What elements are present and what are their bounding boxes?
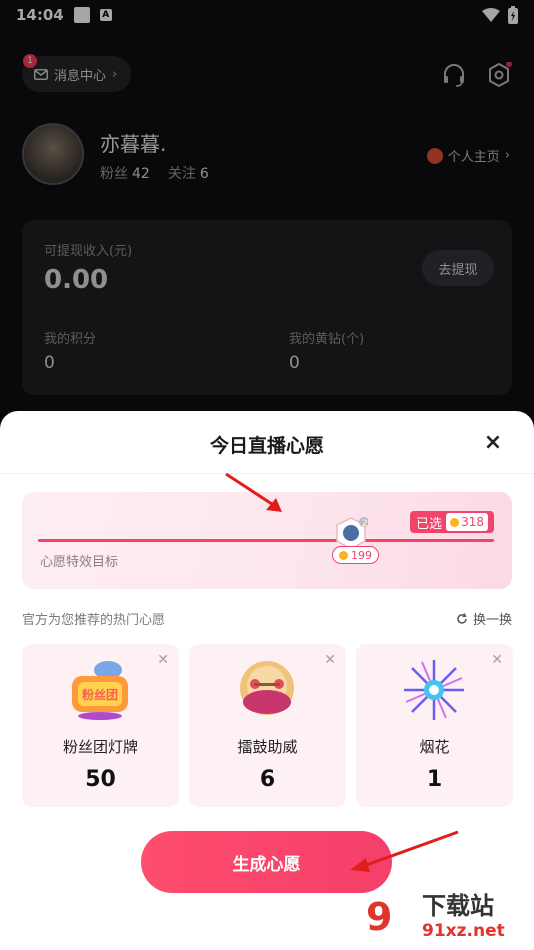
- remove-icon[interactable]: ✕: [491, 652, 503, 668]
- wish-sheet: 今日直播心愿 × 2 199 已选 318 心愿特效目标 官方为您推荐的热门心愿…: [0, 411, 534, 950]
- wish-count: 6: [259, 767, 276, 792]
- fans-stat[interactable]: 粉丝 42: [100, 163, 150, 183]
- homepage-link[interactable]: 个人主页 ›: [426, 146, 510, 165]
- notification-square-icon: [73, 7, 90, 23]
- svg-text:9: 9: [366, 895, 392, 939]
- headset-icon[interactable]: [441, 62, 467, 88]
- homepage-label: 个人主页: [447, 150, 500, 165]
- watermark-text: 下载站: [422, 892, 494, 920]
- remove-icon[interactable]: ✕: [157, 652, 169, 668]
- goal-marker-number: 199: [351, 548, 372, 562]
- fireworks-icon: [404, 660, 464, 720]
- chevron-right-icon: ›: [112, 66, 118, 82]
- selected-goal-pill: 已选 318: [410, 511, 494, 533]
- create-wish-button[interactable]: 生成心愿: [141, 831, 392, 893]
- profile-page: 消息中心 › 1 亦暮暮. 粉丝 42 关注 6 个人主页 › 可提现收入(元) 0…: [0, 30, 534, 420]
- yellow-diamond-value: 0: [289, 353, 300, 373]
- fan-club-gift-text: 粉丝团: [82, 687, 118, 702]
- message-badge: 1: [23, 54, 37, 68]
- goal-marker-value: 199: [332, 546, 379, 564]
- username: 亦暮暮.: [100, 132, 167, 156]
- message-center-button[interactable]: 消息中心 ›: [22, 56, 132, 92]
- homepage-icon: [426, 147, 443, 164]
- watermark-domain: 91xz.net: [422, 921, 505, 941]
- selected-value-box: 318: [446, 513, 488, 531]
- wish-card-fan-club[interactable]: ✕ 粉丝团 粉丝团灯牌 50: [22, 644, 179, 807]
- follow-label: 关注: [167, 166, 196, 182]
- remove-icon[interactable]: ✕: [324, 652, 336, 668]
- fan-club-light-sign-icon: 粉丝团: [72, 661, 128, 720]
- wish-goal-slider[interactable]: 2 199 已选 318 心愿特效目标: [22, 492, 512, 589]
- mail-icon: [34, 68, 48, 80]
- wish-name: 烟花: [419, 738, 450, 756]
- selected-label: 已选: [416, 516, 443, 532]
- wish-count: 50: [85, 767, 116, 792]
- avatar[interactable]: [22, 123, 84, 185]
- withdraw-button[interactable]: 去提现: [422, 250, 494, 286]
- goal-label: 心愿特效目标: [40, 555, 119, 570]
- status-time: 14:04: [16, 6, 64, 24]
- user-stats: 粉丝 42 关注 6: [100, 163, 209, 183]
- wallet-card: 可提现收入(元) 0.00 去提现 我的积分 0 我的黄钻(个) 0: [22, 220, 512, 395]
- fans-value: 42: [132, 166, 150, 182]
- drum-icon: [240, 661, 294, 715]
- refresh-label: 换一换: [472, 613, 512, 628]
- wish-card-drum[interactable]: ✕ 擂鼓助威 6: [189, 644, 346, 807]
- battery-icon: [508, 6, 518, 24]
- points-value: 0: [44, 353, 55, 373]
- yellow-diamond-label: 我的黄钻(个): [289, 332, 365, 347]
- selected-value: 318: [461, 515, 484, 529]
- follow-value: 6: [199, 166, 209, 182]
- recommend-label: 官方为您推荐的热门心愿: [22, 613, 166, 628]
- a-notification-icon: A: [99, 9, 112, 21]
- wish-count: 1: [426, 767, 443, 792]
- wish-card-fireworks[interactable]: ✕ 烟花 1: [356, 644, 513, 807]
- wish-name: 擂鼓助威: [237, 738, 298, 756]
- status-bar: 14:04 A: [0, 0, 534, 30]
- wifi-icon: [482, 8, 500, 22]
- points-label: 我的积分: [44, 332, 97, 347]
- watermark-logo: 9 下载站 91xz.net: [366, 892, 505, 941]
- goal-marker-badge: 2: [362, 519, 368, 529]
- settings-icon[interactable]: [486, 62, 512, 88]
- divider: [0, 473, 534, 474]
- income-label: 可提现收入(元): [44, 244, 133, 259]
- message-center-label: 消息中心: [54, 68, 107, 84]
- coin-icon: [450, 517, 460, 527]
- close-button[interactable]: ×: [482, 432, 504, 454]
- income-value: 0.00: [44, 265, 109, 295]
- fans-label: 粉丝: [100, 166, 128, 182]
- refresh-icon: [457, 612, 467, 624]
- wish-name: 粉丝团灯牌: [62, 738, 138, 756]
- refresh-button[interactable]: 换一换: [456, 609, 512, 628]
- chevron-right-icon: ›: [504, 148, 510, 163]
- goal-track[interactable]: [38, 539, 494, 542]
- follow-stat[interactable]: 关注 6: [168, 163, 209, 183]
- coin-icon: [339, 550, 348, 560]
- sheet-title: 今日直播心愿: [209, 435, 324, 457]
